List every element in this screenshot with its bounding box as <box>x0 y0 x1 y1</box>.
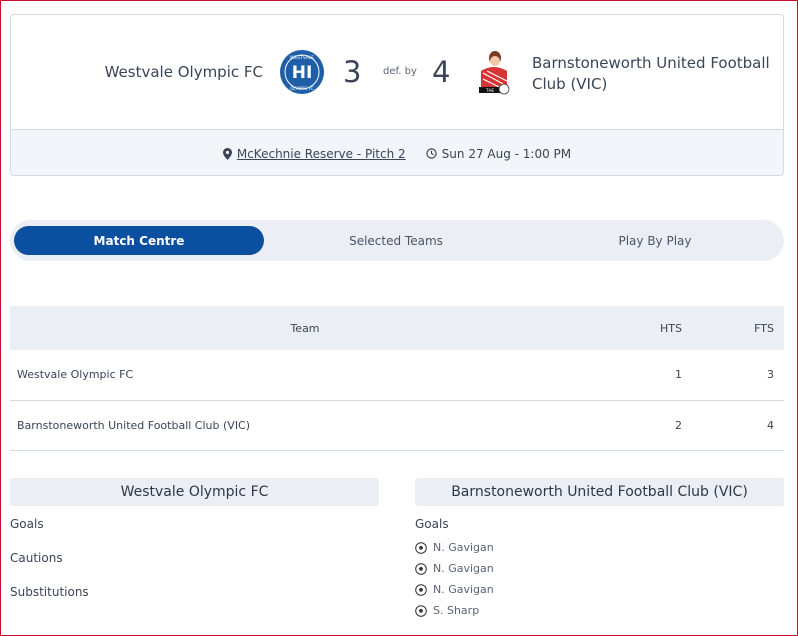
location-pin-icon <box>222 147 232 160</box>
row-team: Barnstoneworth United Football Club (VIC… <box>10 400 600 451</box>
home-goals-label: Goals <box>10 517 44 531</box>
column-header-fts: FTS <box>692 306 784 350</box>
home-team-logo[interactable]: HI WESTVALE OLYMPIC FC <box>279 49 325 95</box>
home-panel-title: Westvale Olympic FC <box>10 478 379 506</box>
tab-play-by-play[interactable]: Play By Play <box>560 234 750 248</box>
goal-scorer: S. Sharp <box>433 604 480 617</box>
venue-meta: McKechnie Reserve - Pitch 2 <box>222 147 406 161</box>
list-item: N. Gavigan <box>415 558 784 579</box>
tab-match-centre[interactable]: Match Centre <box>14 226 264 255</box>
svg-text:OLYMPIC FC: OLYMPIC FC <box>290 86 314 91</box>
away-score: 4 <box>432 55 451 89</box>
score-table-header: Team HTS FTS <box>10 306 784 350</box>
soccer-ball-icon <box>415 541 427 554</box>
tab-selected-teams[interactable]: Selected Teams <box>301 234 491 248</box>
away-events-panel: Barnstoneworth United Football Club (VIC… <box>415 478 784 621</box>
home-cautions-label: Cautions <box>10 551 63 565</box>
away-panel-title: Barnstoneworth United Football Club (VIC… <box>415 478 784 506</box>
clock-icon <box>425 148 437 159</box>
svg-text:THE: THE <box>485 88 494 93</box>
soccer-ball-icon <box>415 604 427 617</box>
goal-scorer: N. Gavigan <box>433 562 494 575</box>
goal-scorer: N. Gavigan <box>433 583 494 596</box>
home-score: 3 <box>343 55 362 89</box>
datetime-meta: Sun 27 Aug - 1:00 PM <box>425 146 572 161</box>
soccer-ball-icon <box>415 562 427 575</box>
row-fts: 3 <box>692 350 784 401</box>
soccer-ball-icon <box>415 583 427 596</box>
column-header-hts: HTS <box>600 306 692 350</box>
table-row: Barnstoneworth United Football Club (VIC… <box>10 400 784 451</box>
score-table: Team HTS FTS Westvale Olympic FC 1 3 Bar… <box>10 306 784 451</box>
row-fts: 4 <box>692 400 784 451</box>
away-goals-label: Goals <box>415 517 449 531</box>
row-hts: 2 <box>600 400 692 451</box>
match-scoreline: Westvale Olympic FC HI WESTVALE OLYMPIC … <box>11 15 783 129</box>
home-substitutions-label: Substitutions <box>10 585 89 599</box>
table-row: Westvale Olympic FC 1 3 <box>10 350 784 401</box>
row-hts: 1 <box>600 350 692 401</box>
result-text: def. by <box>383 66 417 77</box>
column-header-team: Team <box>10 306 600 350</box>
match-tabs: Match Centre Selected Teams Play By Play <box>10 220 784 261</box>
away-team-logo[interactable]: THE <box>473 49 515 97</box>
list-item: N. Gavigan <box>415 579 784 600</box>
list-item: S. Sharp <box>415 600 784 621</box>
list-item: N. Gavigan <box>415 537 784 558</box>
away-goals-list: N. Gavigan N. Gavigan N. Gavigan S. Shar… <box>415 537 784 621</box>
home-events-panel: Westvale Olympic FC Goals Cautions Subst… <box>10 478 379 599</box>
match-datetime: Sun 27 Aug - 1:00 PM <box>441 146 572 161</box>
row-team: Westvale Olympic FC <box>10 350 600 401</box>
away-team-name[interactable]: Barnstoneworth United Football Club (VIC… <box>532 53 772 95</box>
svg-text:HI: HI <box>292 63 313 83</box>
match-header-card: Westvale Olympic FC HI WESTVALE OLYMPIC … <box>10 14 784 176</box>
goal-scorer: N. Gavigan <box>433 541 494 554</box>
venue-link[interactable]: McKechnie Reserve - Pitch 2 <box>237 147 406 161</box>
svg-text:WESTVALE: WESTVALE <box>290 55 314 61</box>
home-team-name[interactable]: Westvale Olympic FC <box>105 63 263 81</box>
match-meta-bar: McKechnie Reserve - Pitch 2 Sun 27 Aug -… <box>11 129 783 175</box>
